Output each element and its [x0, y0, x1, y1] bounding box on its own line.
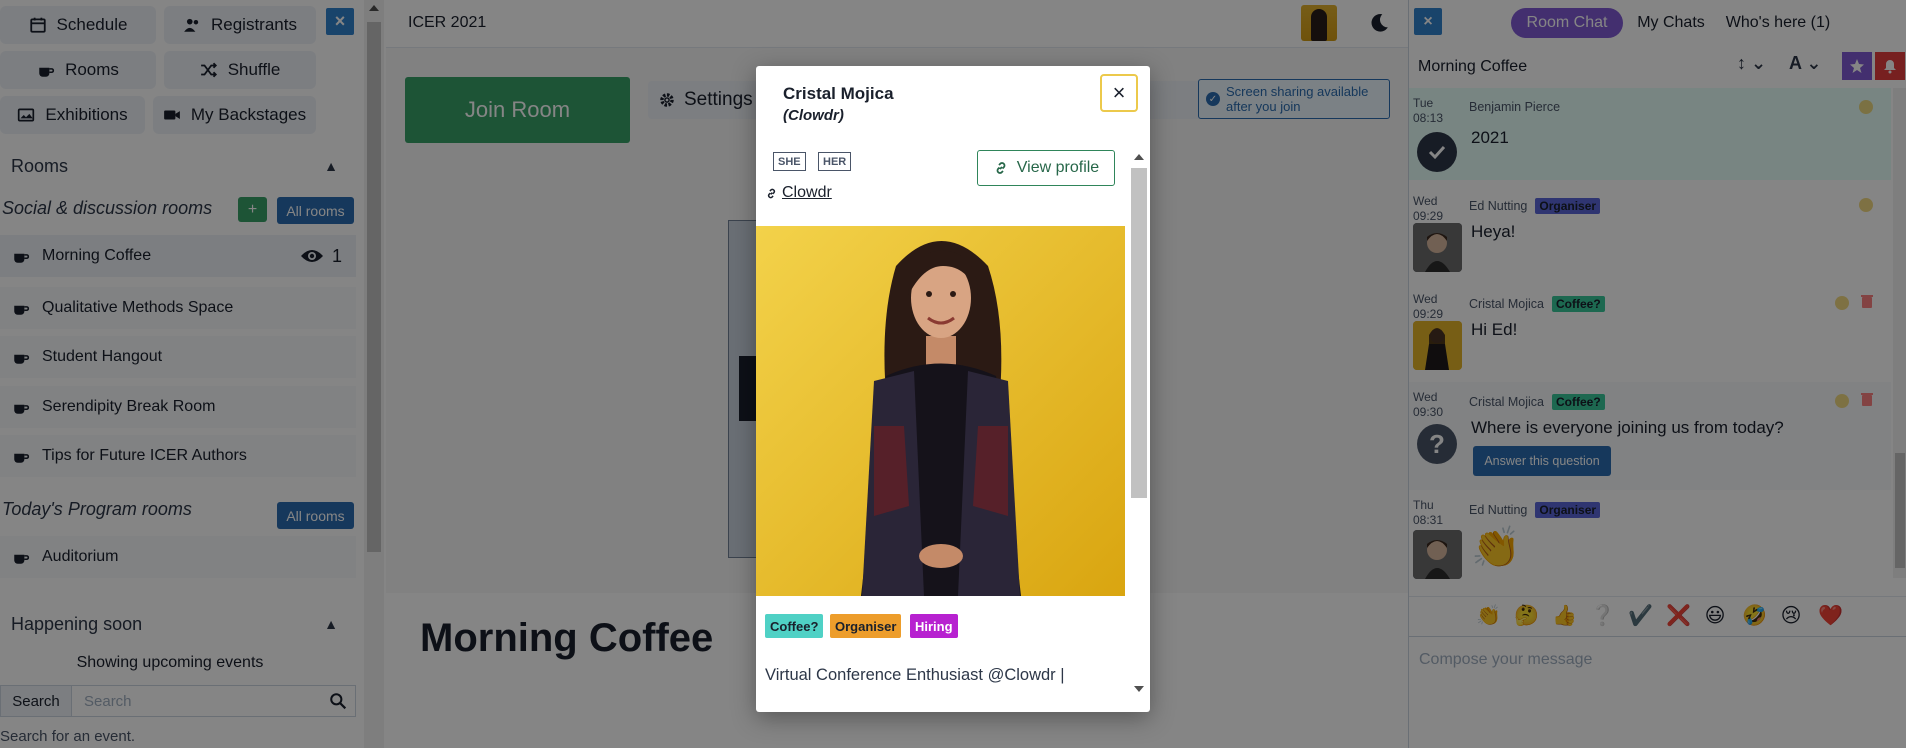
view-profile-button[interactable]: View profile — [977, 150, 1115, 186]
organiser-tag: Organiser — [830, 614, 902, 638]
scrollbar-thumb[interactable] — [1131, 168, 1147, 498]
pronoun-badge: SHE — [773, 152, 806, 171]
coffee-tag: Coffee? — [765, 614, 824, 638]
profile-modal: Cristal Mojica (Clowdr) × SHE HER View p… — [756, 66, 1150, 712]
scroll-down-arrow-icon[interactable] — [1134, 686, 1144, 692]
pronoun-badge: HER — [818, 152, 852, 171]
modal-scrollbar[interactable] — [1129, 150, 1149, 698]
profile-photo-graphic — [756, 226, 1125, 596]
affiliation-link-text: Clowdr — [782, 184, 832, 201]
scroll-up-arrow-icon[interactable] — [1134, 154, 1144, 160]
close-modal-button[interactable]: × — [1100, 74, 1138, 112]
link-icon — [767, 188, 776, 198]
close-icon: × — [1112, 80, 1126, 105]
hiring-tag: Hiring — [910, 614, 958, 638]
affiliation-link[interactable]: Clowdr — [765, 184, 832, 202]
profile-photo — [756, 226, 1125, 596]
profile-affiliation: (Clowdr) — [783, 107, 844, 124]
view-profile-label: View profile — [1016, 159, 1100, 176]
link-icon — [996, 162, 1006, 174]
profile-name: Cristal Mojica — [783, 84, 894, 103]
profile-bio: Virtual Conference Enthusiast @Clowdr | — [765, 666, 1065, 684]
